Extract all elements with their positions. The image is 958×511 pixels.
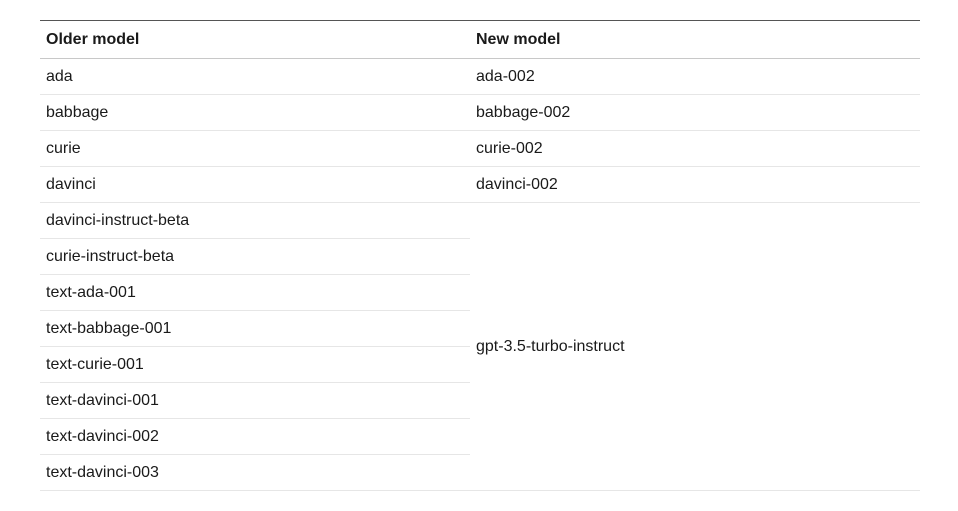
- older-model-cell: text-babbage-001: [40, 311, 470, 347]
- older-model-cell: curie-instruct-beta: [40, 239, 470, 275]
- table-row: davinci-instruct-beta gpt-3.5-turbo-inst…: [40, 203, 920, 239]
- header-new-model: New model: [470, 21, 920, 59]
- older-model-cell: text-curie-001: [40, 347, 470, 383]
- new-model-cell-merged: gpt-3.5-turbo-instruct: [470, 203, 920, 491]
- older-model-cell: ada: [40, 59, 470, 95]
- table-row: curie curie-002: [40, 131, 920, 167]
- table-row: davinci davinci-002: [40, 167, 920, 203]
- older-model-cell: text-davinci-002: [40, 419, 470, 455]
- older-model-cell: davinci-instruct-beta: [40, 203, 470, 239]
- new-model-cell: curie-002: [470, 131, 920, 167]
- older-model-cell: text-davinci-001: [40, 383, 470, 419]
- older-model-cell: curie: [40, 131, 470, 167]
- model-mapping-table: Older model New model ada ada-002 babbag…: [40, 20, 920, 491]
- older-model-cell: text-davinci-003: [40, 455, 470, 491]
- table-header-row: Older model New model: [40, 21, 920, 59]
- older-model-cell: text-ada-001: [40, 275, 470, 311]
- header-older-model: Older model: [40, 21, 470, 59]
- older-model-cell: babbage: [40, 95, 470, 131]
- table-row: babbage babbage-002: [40, 95, 920, 131]
- new-model-cell: babbage-002: [470, 95, 920, 131]
- new-model-cell: davinci-002: [470, 167, 920, 203]
- table-row: ada ada-002: [40, 59, 920, 95]
- older-model-cell: davinci: [40, 167, 470, 203]
- new-model-cell: ada-002: [470, 59, 920, 95]
